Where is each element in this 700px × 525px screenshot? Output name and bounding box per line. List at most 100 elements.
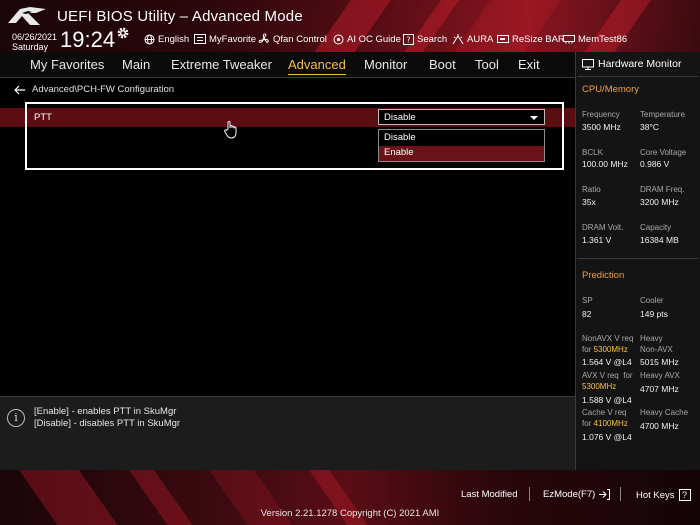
hot-keys-button[interactable]: Hot Keys ? (636, 489, 691, 501)
language-button[interactable]: English (144, 32, 189, 46)
bclk-label: BCLK (582, 148, 603, 157)
chevron-down-icon (530, 116, 538, 120)
heavy-avx-value: 4707 MHz (640, 384, 679, 394)
ezmode-button[interactable]: EzMode(F7) (543, 489, 611, 500)
heavy-nonavx-value: 5015 MHz (640, 357, 679, 367)
tab-advanced[interactable]: Advanced (288, 57, 346, 75)
frequency-value: 3500 MHz (582, 122, 621, 132)
ezmode-label: EzMode(F7) (543, 489, 596, 500)
sp-label: SP (582, 296, 593, 305)
question-icon: ? (678, 489, 691, 501)
day-text: Saturday (12, 42, 49, 52)
temperature-value: 38°C (640, 122, 659, 132)
rog-logo (8, 7, 46, 25)
resize-bar-icon (497, 35, 509, 43)
avx-vreq-text: AVX V req (582, 371, 619, 380)
myfavorite-label: MyFavorite (209, 33, 256, 45)
nonavx-vreq-value: 1.564 V @L4 (582, 357, 632, 367)
qfan-control-button[interactable]: Qfan Control (258, 32, 327, 46)
tab-monitor[interactable]: Monitor (364, 57, 407, 72)
clock[interactable]: 19:24 (60, 27, 115, 53)
resize-bar-button[interactable]: ReSize BAR (497, 32, 565, 46)
tab-my-favorites[interactable]: My Favorites (30, 57, 104, 72)
breadcrumb[interactable]: Advanced\PCH-FW Configuration (14, 84, 174, 95)
nonavx-freq: 5300MHz (593, 345, 628, 354)
ptt-select-value: Disable (384, 112, 416, 123)
qfan-control-label: Qfan Control (273, 33, 327, 45)
ratio-label: Ratio (582, 185, 601, 194)
capacity-label: Capacity (640, 223, 672, 232)
fan-icon (258, 33, 269, 44)
ai-oc-guide-label: AI OC Guide (347, 33, 401, 45)
search-label: Search (417, 33, 448, 45)
gear-icon[interactable] (116, 26, 130, 40)
ai-oc-guide-icon (333, 34, 344, 44)
dropdown-option-enable[interactable]: Enable (379, 146, 544, 161)
hardware-monitor-label: Hardware Monitor (598, 58, 682, 70)
for-text: for (582, 419, 592, 428)
cooler-label: Cooler (640, 296, 664, 305)
monitor-icon (582, 58, 594, 70)
ptt-label: PTT (34, 112, 52, 123)
ptt-select[interactable]: Disable (378, 109, 545, 125)
help-line-disable: [Disable] - disables PTT in SkuMgr (34, 418, 181, 429)
dram-freq-label: DRAM Freq. (640, 185, 685, 194)
dram-volt-label: DRAM Volt. (582, 223, 624, 232)
divider (529, 487, 530, 501)
heavy-nonavx-label-a: Heavy (640, 334, 663, 343)
aura-label: AURA (467, 33, 494, 45)
dropdown-option-disable[interactable]: Disable (379, 131, 544, 146)
heavy-cache-label: Heavy Cache (640, 408, 689, 417)
core-voltage-label: Core Voltage (640, 148, 687, 157)
memtest-label: MemTest86 (578, 33, 628, 45)
divider (577, 76, 698, 77)
exit-arrow-icon (599, 489, 611, 500)
ai-oc-guide-button[interactable]: AI OC Guide (333, 32, 401, 46)
tab-main[interactable]: Main (122, 57, 150, 72)
resize-bar-label: ReSize BAR (512, 33, 565, 45)
divider (577, 258, 698, 259)
cache-vreq-for: for 4100MHz (582, 418, 628, 429)
myfavorite-button[interactable]: MyFavorite (194, 32, 256, 46)
tab-exit[interactable]: Exit (518, 57, 540, 72)
cpu-memory-heading: CPU/Memory (582, 84, 640, 95)
date-display: 06/26/2021 Saturday (12, 32, 57, 52)
breadcrumb-text: Advanced\PCH-FW Configuration (32, 84, 175, 95)
capacity-value: 16384 MB (640, 235, 679, 245)
for-text: for (582, 345, 592, 354)
cache-freq: 4100MHz (593, 419, 628, 428)
hardware-monitor-title: Hardware Monitor (582, 58, 681, 70)
avx-vreq-label: AVX V req for (582, 370, 633, 381)
tab-extreme-tweaker[interactable]: Extreme Tweaker (171, 57, 272, 72)
divider (620, 487, 621, 501)
help-line-enable: [Enable] - enables PTT in SkuMgr (34, 406, 177, 417)
tab-tool[interactable]: Tool (475, 57, 499, 72)
cooler-value: 149 pts (640, 309, 668, 319)
frequency-label: Frequency (582, 110, 620, 119)
ptt-dropdown-list: Disable Enable (378, 129, 545, 162)
date-text: 06/26/2021 (12, 32, 58, 42)
aura-button[interactable]: AURA (452, 32, 493, 46)
hot-keys-label: Hot Keys (636, 489, 675, 501)
version-text: Version 2.21.1278 Copyright (C) 2021 AMI (260, 508, 440, 519)
cache-vreq-label: Cache V req (582, 408, 627, 417)
avx-vreq-value: 1.588 V @L4 (582, 395, 632, 405)
hand-cursor-icon (224, 121, 237, 139)
heavy-nonavx-label-b: Non-AVX (640, 345, 673, 354)
core-voltage-value: 0.986 V (640, 159, 670, 169)
memtest-button[interactable]: MemTest86 (563, 32, 627, 46)
search-button[interactable]: ? Search (403, 32, 447, 46)
sp-value: 82 (582, 309, 592, 319)
info-icon: i (7, 409, 25, 427)
back-arrow-icon[interactable] (14, 85, 26, 95)
last-modified-button[interactable]: Last Modified (461, 489, 518, 500)
nonavx-vreq-label: NonAVX V req (582, 334, 634, 343)
app-title: UEFI BIOS Utility – Advanced Mode (57, 8, 303, 25)
search-icon: ? (403, 33, 414, 45)
for-text: for (623, 371, 633, 380)
memtest-icon (563, 35, 575, 44)
svg-text:?: ? (406, 35, 410, 44)
tab-boot[interactable]: Boot (429, 57, 456, 72)
nonavx-vreq-for: for 5300MHz (582, 344, 628, 355)
heavy-avx-label: Heavy AVX (640, 371, 680, 380)
